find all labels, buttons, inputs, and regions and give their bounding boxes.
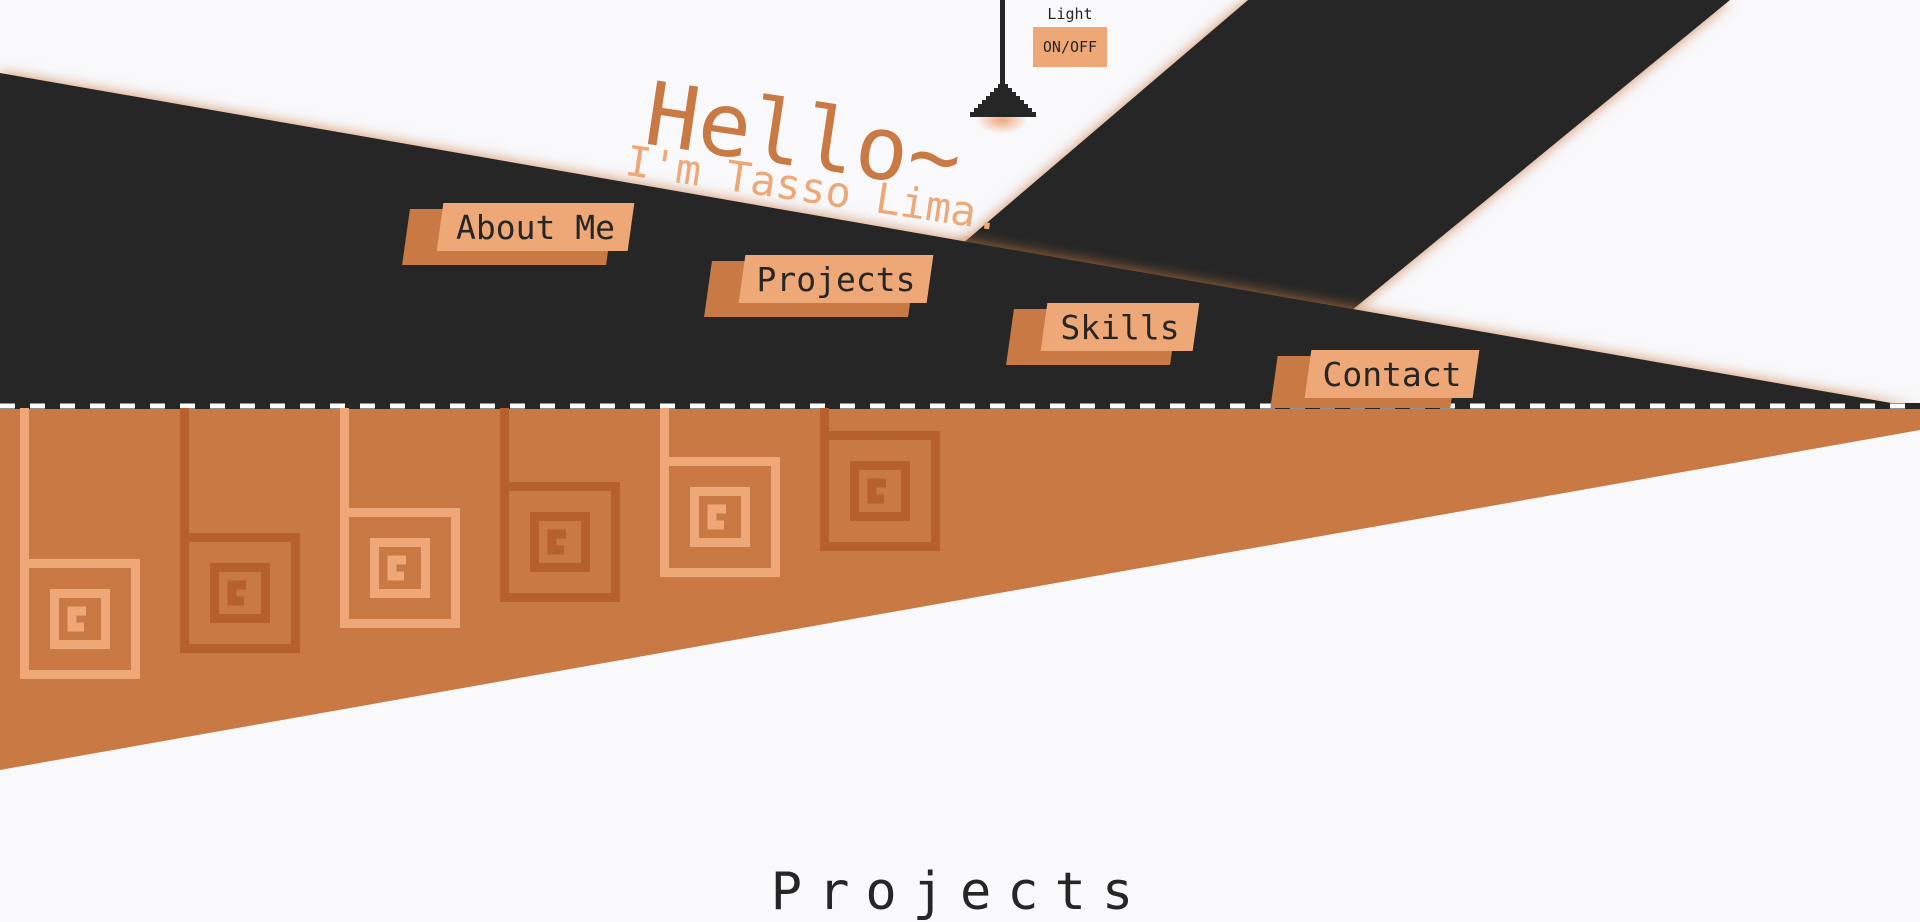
nav-about-label: About Me bbox=[456, 208, 615, 247]
light-toggle: Light ON/OFF bbox=[1033, 0, 1107, 67]
light-toggle-button[interactable]: ON/OFF bbox=[1033, 27, 1107, 67]
lamp-icon bbox=[970, 0, 1036, 134]
nav-skills-label: Skills bbox=[1060, 308, 1180, 347]
nav-projects-label: Projects bbox=[756, 260, 916, 299]
light-label: Light bbox=[1047, 5, 1093, 23]
section-title: Projects bbox=[770, 862, 1150, 922]
orange-ground bbox=[0, 408, 1920, 770]
nav-contact-label: Contact bbox=[1322, 355, 1462, 394]
